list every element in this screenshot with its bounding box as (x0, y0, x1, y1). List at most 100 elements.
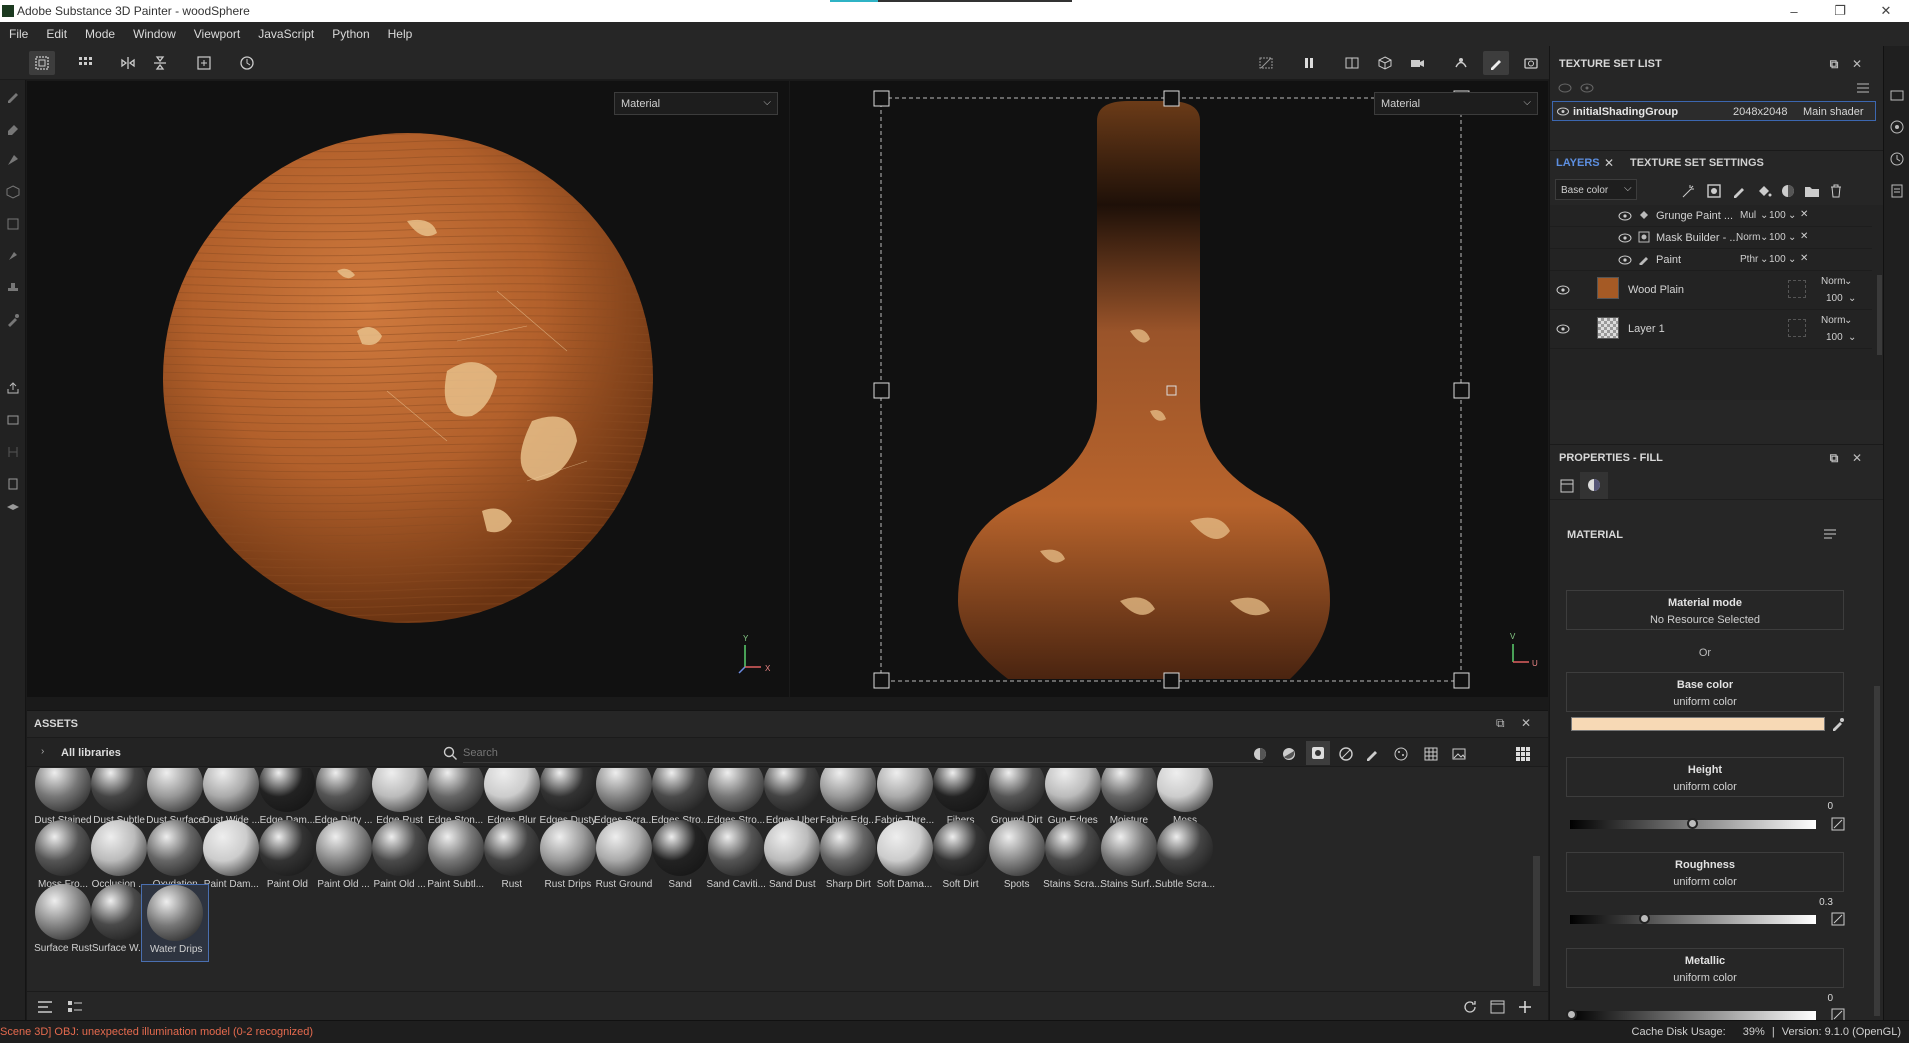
remove-effect-icon[interactable]: ✕ (1800, 209, 1808, 220)
menu-viewport[interactable]: Viewport (185, 27, 249, 41)
close-tab-icon[interactable]: ✕ (1604, 156, 1614, 170)
menu-edit[interactable]: Edit (37, 27, 76, 41)
refresh-icon[interactable] (1462, 1000, 1478, 1014)
randomize-icon[interactable] (1831, 912, 1845, 926)
add-smart-material-icon[interactable] (1780, 183, 1796, 199)
opacity-dropdown[interactable]: 100 (1769, 232, 1786, 243)
blend-mode-dropdown[interactable]: Pthr (1740, 254, 1758, 265)
eye-icon[interactable] (1556, 324, 1570, 334)
particles-filter-icon[interactable] (1393, 746, 1409, 762)
viewport-3d-mode-dropdown[interactable]: Material ⌵ (614, 92, 778, 115)
add-frame-icon[interactable] (191, 51, 217, 75)
mirror-vertical-icon[interactable] (147, 51, 173, 75)
remove-effect-icon[interactable]: ✕ (1800, 231, 1808, 242)
eye-off-icon[interactable] (1558, 83, 1572, 93)
fill-settings-icon[interactable] (1559, 478, 1575, 494)
smart-materials-filter-icon[interactable] (1281, 746, 1297, 762)
delete-layer-icon[interactable] (1828, 183, 1844, 199)
document-icon[interactable] (3, 474, 23, 494)
hide-ui-icon[interactable] (1253, 51, 1279, 75)
library-selector[interactable]: All libraries (61, 747, 121, 759)
blend-mode-dropdown[interactable]: Norm (1821, 276, 1845, 287)
split-view-icon[interactable] (1339, 51, 1365, 75)
history-icon[interactable] (234, 51, 260, 75)
grid-view-icon[interactable] (1515, 746, 1531, 762)
bake-icon[interactable] (3, 410, 23, 430)
list-filter-icon[interactable] (37, 1000, 53, 1014)
eye-icon[interactable] (1556, 285, 1570, 295)
menu-window[interactable]: Window (124, 27, 185, 41)
list-view-icon[interactable] (67, 1000, 83, 1014)
environments-filter-icon[interactable] (1451, 746, 1467, 762)
metallic-slider[interactable] (1566, 1009, 1816, 1020)
viewport-2d-mode-dropdown[interactable]: Material ⌵ (1374, 92, 1538, 115)
layer-row-layer-1[interactable]: Layer 1 Norm ⌄ 100 ⌄ (1550, 310, 1872, 349)
opacity-dropdown[interactable]: 100 (1769, 210, 1786, 221)
minimize-button[interactable]: – (1771, 0, 1817, 22)
roughness-value[interactable]: 0.3 (1819, 897, 1833, 908)
smart-masks-filter-tab[interactable] (1306, 741, 1330, 765)
menu-javascript[interactable]: JavaScript (249, 27, 323, 41)
color-picker-icon[interactable] (3, 310, 23, 330)
blend-mode-dropdown[interactable]: Norm (1821, 315, 1845, 326)
randomize-icon[interactable] (1831, 817, 1845, 831)
height-box[interactable]: Height uniform color (1566, 757, 1844, 797)
layers-scrollbar[interactable] (1877, 275, 1882, 355)
channel-dropdown[interactable]: Base color ⌵ (1555, 179, 1637, 200)
add-fill-layer-icon[interactable] (1756, 183, 1772, 199)
blend-mode-dropdown[interactable]: Norm (1736, 232, 1760, 243)
plugins-icon[interactable] (3, 500, 23, 520)
effect-row[interactable]: Paint Pthr ⌄ 100 ⌄ ✕ (1550, 249, 1872, 271)
new-window-icon[interactable] (1490, 1000, 1506, 1014)
metallic-value[interactable]: 0 (1827, 993, 1833, 1004)
search-input[interactable] (463, 743, 1263, 763)
brushes-filter-icon[interactable] (1364, 746, 1380, 762)
roughness-slider[interactable] (1570, 913, 1816, 924)
camera-icon[interactable] (1404, 51, 1430, 75)
eye-icon[interactable] (1580, 83, 1594, 93)
paint-brush-icon[interactable] (1483, 51, 1509, 75)
material-menu-icon[interactable] (1823, 528, 1837, 540)
log-icon[interactable] (1890, 184, 1904, 198)
history-panel-icon[interactable] (1890, 152, 1904, 166)
effects-icon[interactable] (1681, 183, 1697, 199)
add-paint-layer-icon[interactable] (1731, 183, 1747, 199)
height-value[interactable]: 0 (1827, 801, 1833, 812)
opacity-dropdown[interactable]: 100 (1826, 293, 1843, 304)
eye-icon[interactable] (1618, 255, 1632, 265)
float-panel-icon[interactable]: ⧉ (1827, 57, 1841, 71)
screenshot-icon[interactable] (1518, 51, 1544, 75)
effect-row[interactable]: Grunge Paint ... Mul ⌄ 100 ⌄ ✕ (1550, 205, 1872, 227)
status-error-message[interactable]: Scene 3D] OBJ: unexpected illumination m… (0, 1026, 313, 1038)
add-folder-icon[interactable] (1804, 183, 1820, 199)
blend-mode-dropdown[interactable]: Mul (1740, 210, 1756, 221)
3d-view-icon[interactable] (1372, 51, 1398, 75)
eye-icon[interactable] (1557, 107, 1569, 116)
layer-row-wood-plain[interactable]: Wood Plain Norm ⌄ 100 ⌄ (1550, 271, 1872, 310)
eye-icon[interactable] (1618, 233, 1632, 243)
properties-scrollbar[interactable] (1874, 686, 1880, 1016)
chevron-right-icon[interactable]: › (41, 746, 44, 757)
close-panel-icon[interactable]: ✕ (1850, 57, 1864, 71)
eyedropper-icon[interactable] (1831, 717, 1845, 731)
roughness-box[interactable]: Roughness uniform color (1566, 852, 1844, 892)
environment-icon[interactable] (1448, 51, 1474, 75)
close-panel-icon[interactable]: ✕ (1521, 716, 1531, 730)
maximize-button[interactable]: ❐ (1817, 0, 1863, 22)
eraser-tool-icon[interactable] (3, 118, 23, 138)
effect-row[interactable]: Mask Builder - ... Norm ⌄ 100 ⌄ ✕ (1550, 227, 1872, 249)
viewer-settings-icon[interactable] (1890, 88, 1904, 102)
remove-effect-icon[interactable]: ✕ (1800, 253, 1808, 264)
base-color-box[interactable]: Base color uniform color (1566, 672, 1844, 712)
materials-filter-icon[interactable] (1252, 746, 1268, 762)
export-icon[interactable] (3, 378, 23, 398)
geometry-fill-icon[interactable] (3, 182, 23, 202)
menu-mode[interactable]: Mode (76, 27, 124, 41)
asset-thumbnail[interactable]: Subtle Scra... (1151, 820, 1219, 898)
texture-set-row[interactable]: initialShadingGroup 2048x2048 Main shade… (1552, 101, 1876, 121)
eye-icon[interactable] (1618, 211, 1632, 221)
menu-file[interactable]: File (0, 27, 37, 41)
clone-tool-icon[interactable] (3, 246, 23, 266)
viewport-3d[interactable]: Y X Material ⌵ (27, 81, 789, 697)
float-panel-icon[interactable]: ⧉ (1496, 716, 1505, 731)
